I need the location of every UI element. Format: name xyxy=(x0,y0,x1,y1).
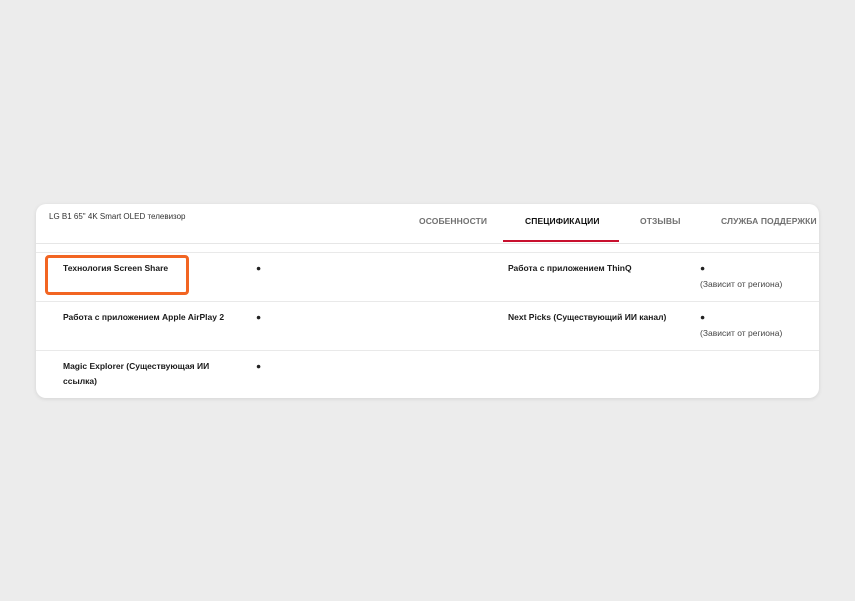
section-divider xyxy=(36,252,819,253)
tab-specifications[interactable]: СПЕЦИФИКАЦИИ xyxy=(525,216,600,226)
spec-note-next-picks: (Зависит от региона) xyxy=(700,328,783,338)
spec-label-next-picks: Next Picks (Существующий ИИ канал) xyxy=(508,312,667,322)
product-header: LG B1 65" 4K Smart OLED телевизор ОСОБЕН… xyxy=(36,204,819,244)
spec-value-magic-explorer: ● xyxy=(256,361,262,371)
spec-label-airplay: Работа с приложением Apple AirPlay 2 xyxy=(63,312,225,322)
spec-value-next-picks: ● (Зависит от региона) xyxy=(700,310,782,341)
active-tab-indicator xyxy=(503,240,619,242)
spec-value-airplay: ● xyxy=(256,312,262,322)
tab-reviews[interactable]: ОТЗЫВЫ xyxy=(640,216,681,226)
row-divider xyxy=(36,301,819,302)
tab-features[interactable]: ОСОБЕННОСТИ xyxy=(419,216,487,226)
spec-label-magic-explorer: Magic Explorer (Существующая ИИ ссылка) xyxy=(63,361,210,386)
spec-card: LG B1 65" 4K Smart OLED телевизор ОСОБЕН… xyxy=(36,204,819,398)
spec-value-thinq-mark: ● xyxy=(700,263,706,273)
spec-value-thinq: ● (Зависит от региона) xyxy=(700,261,782,292)
header-divider xyxy=(36,243,819,244)
tab-support[interactable]: СЛУЖБА ПОДДЕРЖКИ xyxy=(721,216,817,226)
spec-note-thinq: (Зависит от региона) xyxy=(700,279,783,289)
product-title: LG B1 65" 4K Smart OLED телевизор xyxy=(49,212,186,221)
spec-label-screen-share: Технология Screen Share xyxy=(63,263,169,273)
spec-value-next-picks-mark: ● xyxy=(700,312,706,322)
spec-value-screen-share: ● xyxy=(256,263,262,273)
row-divider xyxy=(36,350,819,351)
spec-label-thinq: Работа с приложением ThinQ xyxy=(508,263,632,273)
